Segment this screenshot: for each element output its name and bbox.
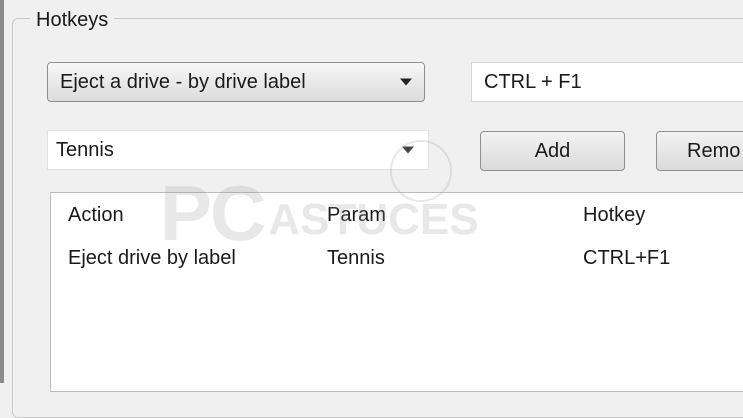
hotkey-input-value: CTRL + F1 <box>484 71 582 93</box>
param-dropdown-value: Tennis <box>56 139 114 161</box>
row-param-cell: Tennis <box>327 247 385 269</box>
param-dropdown[interactable]: Tennis <box>47 130 429 170</box>
column-header-param[interactable]: Param <box>327 202 386 228</box>
add-button[interactable]: Add <box>480 131 625 171</box>
dropdown-arrow-icon <box>402 146 414 154</box>
row-action-cell: Eject drive by label <box>68 247 236 269</box>
hotkeys-list[interactable]: Action Param Hotkey Eject drive by label… <box>50 192 743 392</box>
action-dropdown-value: Eject a drive - by drive label <box>60 71 306 93</box>
remove-button[interactable]: Remo <box>656 131 743 171</box>
hotkeys-group-title: Hotkeys <box>30 8 115 32</box>
hotkey-input[interactable]: CTRL + F1 <box>471 62 743 102</box>
row-hotkey-cell: CTRL+F1 <box>583 247 671 269</box>
window-edge <box>0 0 4 383</box>
dropdown-arrow-icon <box>400 78 412 86</box>
column-header-hotkey[interactable]: Hotkey <box>583 202 645 228</box>
action-dropdown[interactable]: Eject a drive - by drive label <box>47 62 425 102</box>
column-header-action[interactable]: Action <box>68 202 124 228</box>
